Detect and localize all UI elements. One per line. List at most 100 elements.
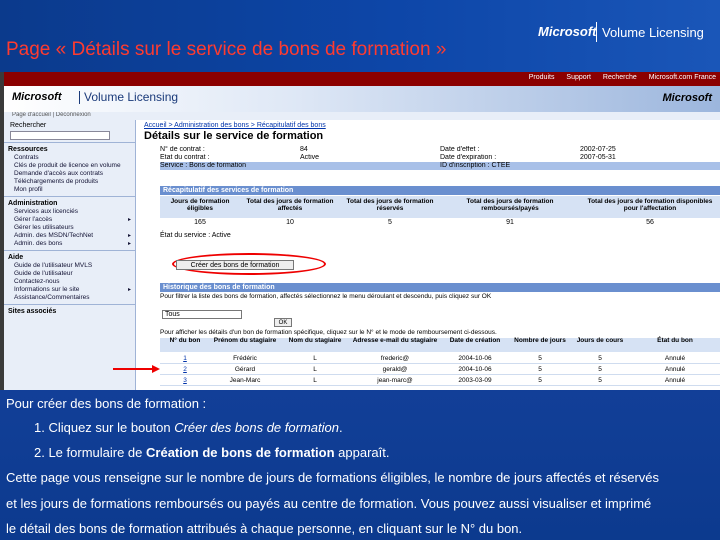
voucher-number-link[interactable]: 2 [160, 365, 210, 374]
history-header: Date de création [449, 337, 501, 344]
volume-licensing-label: Volume Licensing [78, 90, 179, 104]
sidebar-item-contrats[interactable]: Contrats [4, 154, 135, 162]
info-row: N° de contrat : 84 Date d'effet : 2002-0… [160, 146, 720, 154]
sidebar-item-gerer-utilisateurs[interactable]: Gérer les utilisateurs [4, 224, 135, 232]
microsoft-logo: Microsoft [538, 24, 597, 39]
summary-header: Total des jours de formation disponibles… [587, 198, 713, 212]
table-row: 1 Frédéric L frederic@ 2004-10-06 5 5 An… [160, 354, 720, 364]
microsoft-logo-small: Microsoft [12, 91, 62, 103]
paragraph-line: Cette page vous renseigne sur le nombre … [6, 470, 660, 485]
sidebar-item-guide[interactable]: Guide de l'utilisateur [4, 270, 135, 278]
main-content: Accueil > Administration des bons > Réca… [140, 120, 720, 390]
table-cell: jean-marc@ [377, 377, 413, 384]
volume-licensing-logo: Volume Licensing [602, 25, 704, 40]
summary-value: 165 [194, 219, 206, 226]
intro-text: Pour créer des bons de formation : [6, 396, 207, 411]
slide-title: Page « Détails sur le service de bons de… [6, 39, 447, 60]
table-cell: 5 [598, 377, 602, 384]
sidebar-item-infos-site[interactable]: Informations sur le site ▸ [4, 286, 135, 294]
sidebar-item-label: Admin. des bons [14, 240, 63, 247]
filter-select[interactable]: Tous [162, 310, 242, 319]
voucher-number-link[interactable]: 3 [160, 376, 210, 385]
status-label: État du service : [160, 232, 211, 239]
sidebar-item-gerer-acces[interactable]: Gérer l'accès ▸ [4, 216, 135, 224]
nav-recherche[interactable]: Recherche [603, 74, 637, 81]
history-instructions: Pour filtrer la liste des bons de format… [160, 293, 492, 300]
step-2: 2. Le formulaire de Création de bons de … [34, 445, 389, 460]
nav-microsoft-france[interactable]: Microsoft.com France [649, 74, 716, 81]
contract-info: N° de contrat : 84 Date d'effet : 2002-0… [160, 146, 720, 170]
summary-header-row: Jours de formation éligibles Total des j… [160, 196, 720, 218]
ok-button[interactable]: OK [274, 318, 292, 327]
step-2-prefix: 2. Le formulaire de [34, 445, 147, 460]
voucher-number-link[interactable]: 1 [160, 354, 210, 363]
summary-header: Total des jours de formation réservés [346, 198, 434, 212]
summary-header: Jours de formation éligibles [170, 198, 230, 212]
top-nav: Produits Support Recherche Microsoft.com… [519, 74, 716, 81]
info-value: 2002-07-25 [580, 146, 616, 153]
red-arrow-icon [113, 365, 160, 373]
table-cell: 5 [598, 366, 602, 373]
table-cell: 5 [538, 377, 542, 384]
history-header: N° du bon [169, 337, 201, 344]
step-1: 1. Cliquez sur le bouton Créer des bons … [34, 420, 343, 435]
info-label: Service : Bons de formation [160, 162, 246, 169]
search-label: Rechercher [10, 122, 47, 129]
step-1-prefix: 1. Cliquez sur le bouton [34, 420, 175, 435]
sidebar-item-label: Gérer l'accès [14, 216, 53, 223]
table-row: 3 Jean-Marc L jean-marc@ 2003-03-09 5 5 … [160, 376, 720, 386]
search-input[interactable] [10, 131, 110, 140]
history-header: Adresse e-mail du stagiaire [352, 337, 438, 344]
info-value: 2007-05-31 [580, 154, 616, 161]
sidebar-item-msdn[interactable]: Admin. des MSDN/TechNet ▸ [4, 232, 135, 240]
table-cell: 2004-10-06 [458, 366, 492, 373]
table-cell: Gérard [234, 366, 256, 373]
info-value: Active [300, 154, 320, 161]
paragraph-line: le détail des bons de formation attribué… [6, 521, 523, 536]
table-cell: 5 [538, 355, 542, 362]
history-header: Jours de cours [576, 337, 624, 344]
sidebar-item-guide-mvls[interactable]: Guide de l'utilisateur MVLS [4, 262, 135, 270]
table-cell: Annulé [664, 366, 686, 373]
summary-value: 91 [506, 219, 514, 226]
history-header: Nom du stagiaire [288, 337, 342, 344]
nav-produits[interactable]: Produits [529, 74, 555, 81]
sidebar-item-telechargements[interactable]: Téléchargements de produits [4, 178, 135, 186]
sidebar-heading-ressources: Ressources [4, 142, 135, 154]
info-label: Date d'expiration : [440, 154, 497, 161]
table-cell: gerald@ [382, 366, 408, 373]
table-cell: frederic@ [380, 355, 410, 362]
top-bar: Produits Support Recherche Microsoft.com… [4, 72, 720, 86]
sidebar-heading-administration: Administration [4, 196, 135, 208]
sidebar-item-cles[interactable]: Clés de produit de licence en volume [4, 162, 135, 170]
nav-support[interactable]: Support [566, 74, 591, 81]
chevron-right-icon: ▸ [127, 233, 131, 239]
summary-values-row: 165 10 5 91 56 [160, 219, 720, 228]
slide-header: Page « Détails sur le service de bons de… [0, 0, 720, 72]
sidebar-item-label: Admin. des MSDN/TechNet [14, 232, 94, 239]
sidebar-item-services[interactable]: Services aux licenciés [4, 208, 135, 216]
history-header: Prénom du stagiaire [213, 337, 277, 344]
info-label: État du contrat : [160, 154, 210, 161]
sidebar-heading-aide: Aide [4, 250, 135, 262]
sidebar-item-contact[interactable]: Contactez-nous [4, 278, 135, 286]
info-label: ID d'inscription : CTEE [440, 162, 511, 169]
sidebar-item-admin-bons[interactable]: Admin. des bons ▸ [4, 240, 135, 248]
sub-bar[interactable]: Page d'accueil | Déconnexion [4, 112, 720, 120]
info-row: État du contrat : Active Date d'expirati… [160, 154, 720, 162]
chevron-right-icon: ▸ [127, 241, 131, 247]
chevron-right-icon: ▸ [127, 217, 131, 223]
info-row: Service : Bons de formation ID d'inscrip… [160, 162, 720, 170]
sidebar-item-demande-acces[interactable]: Demande d'accès aux contrats [4, 170, 135, 178]
brand-bar: Microsoft Volume Licensing Microsoft [4, 86, 720, 112]
breadcrumb[interactable]: Accueil > Administration des bons > Réca… [144, 122, 326, 129]
step-1-suffix: . [338, 420, 343, 435]
chevron-right-icon: ▸ [127, 287, 131, 293]
sidebar-item-mon-profil[interactable]: Mon profil [4, 186, 135, 194]
table-cell: 5 [538, 366, 542, 373]
summary-header: Total des jours de formation remboursés/… [466, 198, 554, 212]
table-cell: 2004-10-06 [458, 355, 492, 362]
create-vouchers-button[interactable]: Créer des bons de formation [176, 260, 294, 270]
sidebar-item-assistance[interactable]: Assistance/Commentaires [4, 294, 135, 302]
step-2-suffix: apparaît. [334, 445, 390, 460]
